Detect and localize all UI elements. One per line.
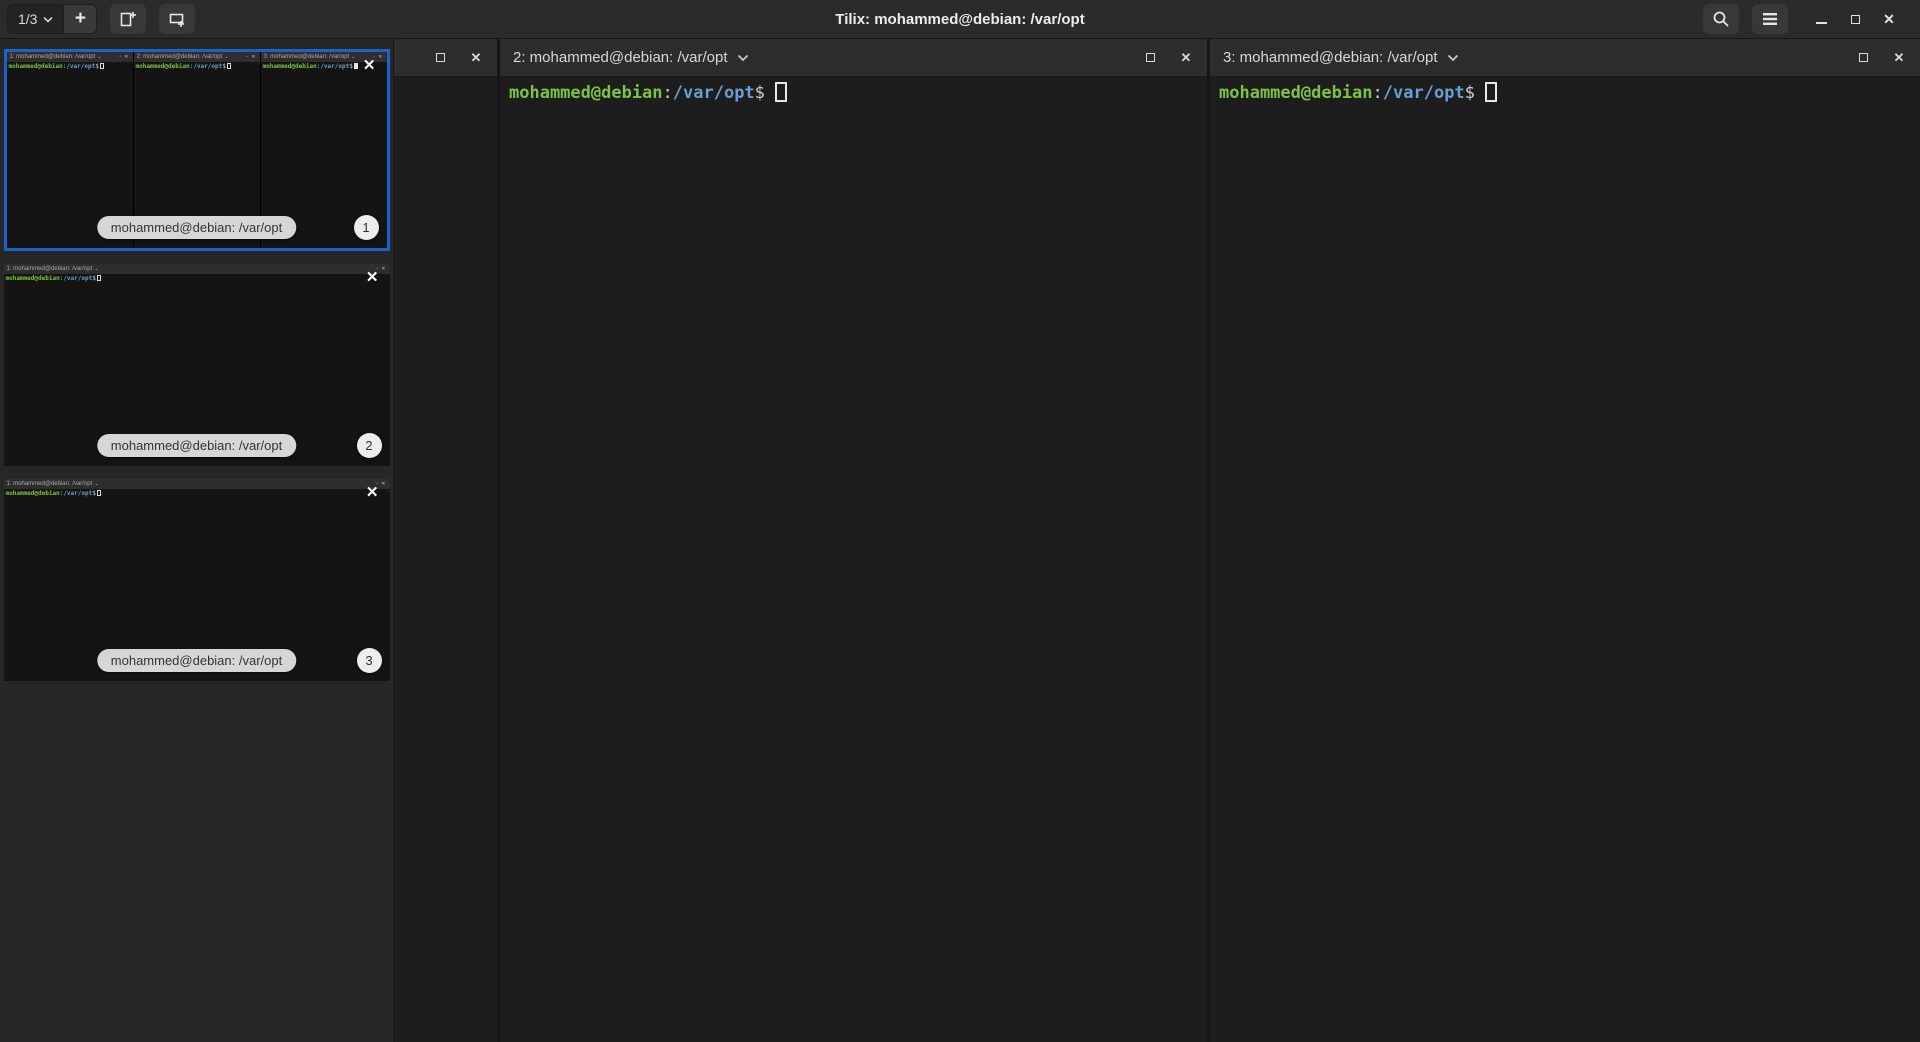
terminal-1-screen[interactable] bbox=[394, 77, 500, 1042]
mini-cursor bbox=[100, 63, 104, 69]
prompt-user-host: mohammed@debian bbox=[1219, 83, 1373, 103]
terminal-headers-row: ✕ 2: mohammed@debian: /var/opt ✕ 3: moha… bbox=[394, 39, 1920, 77]
mini-pane-title: 1: mohammed@debian: /var/opt bbox=[7, 266, 93, 272]
terminal-3-header[interactable]: 3: mohammed@debian: /var/opt ✕ bbox=[1210, 39, 1920, 76]
mini-pane-title: 1: mohammed@debian: /var/opt bbox=[10, 54, 96, 60]
add-terminal-right-icon bbox=[119, 10, 137, 28]
close-session-button[interactable]: ✕ bbox=[366, 270, 379, 285]
search-button[interactable] bbox=[1703, 4, 1739, 34]
session-thumbnail-2[interactable]: 1: mohammed@debian: /var/opt ⌄ ▫ ✕ moham… bbox=[4, 264, 390, 466]
mini-cursor bbox=[354, 63, 358, 69]
prompt-user-host: mohammed@debian bbox=[509, 83, 663, 103]
session-label-pill: mohammed@debian: /var/opt bbox=[97, 649, 296, 672]
maximize-icon bbox=[1851, 15, 1860, 24]
chevron-down-icon[interactable] bbox=[1447, 54, 1459, 62]
mini-close-icon: ✕ bbox=[378, 54, 383, 60]
add-terminal-down-button[interactable] bbox=[159, 4, 195, 34]
mini-close-icon: ✕ bbox=[124, 54, 129, 60]
terminal-3-screen[interactable]: mohammed@debian:/var/opt$ bbox=[1210, 77, 1920, 1042]
headerbar: 1/3 + Tilix: mohammed@debian: /var/opt bbox=[0, 0, 1920, 39]
terminal-2-header[interactable]: 2: mohammed@debian: /var/opt ✕ bbox=[500, 39, 1210, 76]
session-pager-label: 1/3 bbox=[18, 11, 37, 27]
chevron-down-icon bbox=[43, 16, 53, 23]
maximize-icon bbox=[436, 53, 445, 62]
mini-cursor bbox=[97, 275, 101, 281]
add-terminal-right-button[interactable] bbox=[110, 4, 146, 34]
mini-chevron-down-icon: ⌄ bbox=[94, 266, 99, 272]
close-icon: ✕ bbox=[471, 51, 482, 64]
mini-close-icon: ✕ bbox=[251, 54, 256, 60]
window-title: Tilix: mohammed@debian: /var/opt bbox=[0, 11, 1920, 28]
session-number-badge: 2 bbox=[357, 433, 382, 458]
header-right-controls: ✕ bbox=[1703, 4, 1906, 34]
terminal-1-maximize-button[interactable] bbox=[427, 45, 453, 71]
mini-cursor bbox=[97, 490, 101, 496]
terminal-bodies-row: mohammed@debian:/var/opt$ mohammed@debia… bbox=[394, 77, 1920, 1042]
mini-maximize-icon: ▫ bbox=[120, 54, 123, 60]
mini-close-icon: ✕ bbox=[381, 481, 386, 487]
terminal-2-maximize-button[interactable] bbox=[1137, 45, 1163, 71]
prompt-path: /var/opt bbox=[1383, 83, 1465, 103]
chevron-down-icon[interactable] bbox=[737, 54, 749, 62]
terminal-3-close-button[interactable]: ✕ bbox=[1886, 45, 1912, 71]
terminal-2-title[interactable]: 2: mohammed@debian: /var/opt bbox=[513, 49, 728, 66]
maximize-icon bbox=[1859, 53, 1868, 62]
mini-chevron-down-icon: ⌄ bbox=[351, 54, 356, 60]
session-label-pill: mohammed@debian: /var/opt bbox=[97, 216, 296, 239]
prompt-path: /var/opt bbox=[673, 83, 755, 103]
session-pager-button[interactable]: 1/3 bbox=[8, 5, 63, 33]
close-icon: ✕ bbox=[1883, 12, 1895, 26]
terminal-1-header[interactable]: ✕ bbox=[394, 39, 500, 76]
session-pager-group: 1/3 + bbox=[7, 4, 97, 34]
menu-button[interactable] bbox=[1752, 4, 1788, 34]
shell-prompt: mohammed@debian:/var/opt$ bbox=[1210, 77, 1920, 108]
mini-chevron-down-icon: ⌄ bbox=[224, 54, 229, 60]
mini-close-icon: ✕ bbox=[381, 266, 386, 272]
mini-pane-title: 2: mohammed@debian: /var/opt bbox=[137, 54, 223, 60]
close-session-button[interactable]: ✕ bbox=[366, 485, 379, 500]
minimize-icon bbox=[1816, 22, 1827, 24]
mini-pane-title: 1: mohammed@debian: /var/opt bbox=[7, 481, 93, 487]
close-icon: ✕ bbox=[1181, 51, 1192, 64]
session-number-badge: 3 bbox=[357, 648, 382, 673]
maximize-button[interactable] bbox=[1838, 4, 1872, 34]
session-label-pill: mohammed@debian: /var/opt bbox=[97, 434, 296, 457]
plus-icon: + bbox=[75, 8, 86, 30]
session-number-badge: 1 bbox=[354, 215, 379, 240]
mini-chevron-down-icon: ⌄ bbox=[97, 54, 102, 60]
terminal-cursor bbox=[1485, 82, 1497, 102]
terminal-3-maximize-button[interactable] bbox=[1850, 45, 1876, 71]
terminal-2-screen[interactable]: mohammed@debian:/var/opt$ bbox=[500, 77, 1210, 1042]
close-session-button[interactable]: ✕ bbox=[363, 58, 376, 73]
mini-pane-title: 3: mohammed@debian: /var/opt bbox=[264, 54, 350, 60]
hamburger-menu-icon bbox=[1762, 12, 1778, 26]
terminal-3-title[interactable]: 3: mohammed@debian: /var/opt bbox=[1223, 49, 1438, 66]
add-session-button[interactable]: + bbox=[63, 5, 96, 33]
search-icon bbox=[1712, 10, 1730, 28]
terminal-1-close-button[interactable]: ✕ bbox=[463, 45, 489, 71]
session-thumbnail-3[interactable]: 1: mohammed@debian: /var/opt ⌄ ▫ ✕ moham… bbox=[4, 479, 390, 681]
mini-chevron-down-icon: ⌄ bbox=[94, 481, 99, 487]
terminal-cursor bbox=[775, 82, 787, 102]
session-view: ✕ 2: mohammed@debian: /var/opt ✕ 3: moha… bbox=[394, 39, 1920, 1042]
close-icon: ✕ bbox=[1894, 51, 1905, 64]
close-window-button[interactable]: ✕ bbox=[1872, 4, 1906, 34]
add-terminal-down-icon bbox=[168, 10, 186, 28]
session-thumbnail-1[interactable]: 1: mohammed@debian: /var/opt ⌄ ▫ ✕ moham… bbox=[4, 49, 390, 251]
mini-maximize-icon: ▫ bbox=[247, 54, 250, 60]
minimize-button[interactable] bbox=[1804, 4, 1838, 34]
session-sidebar: 1: mohammed@debian: /var/opt ⌄ ▫ ✕ moham… bbox=[0, 39, 394, 1042]
mini-cursor bbox=[227, 63, 231, 69]
maximize-icon bbox=[1146, 53, 1155, 62]
terminal-2-close-button[interactable]: ✕ bbox=[1173, 45, 1199, 71]
shell-prompt: mohammed@debian:/var/opt$ bbox=[500, 77, 1207, 108]
